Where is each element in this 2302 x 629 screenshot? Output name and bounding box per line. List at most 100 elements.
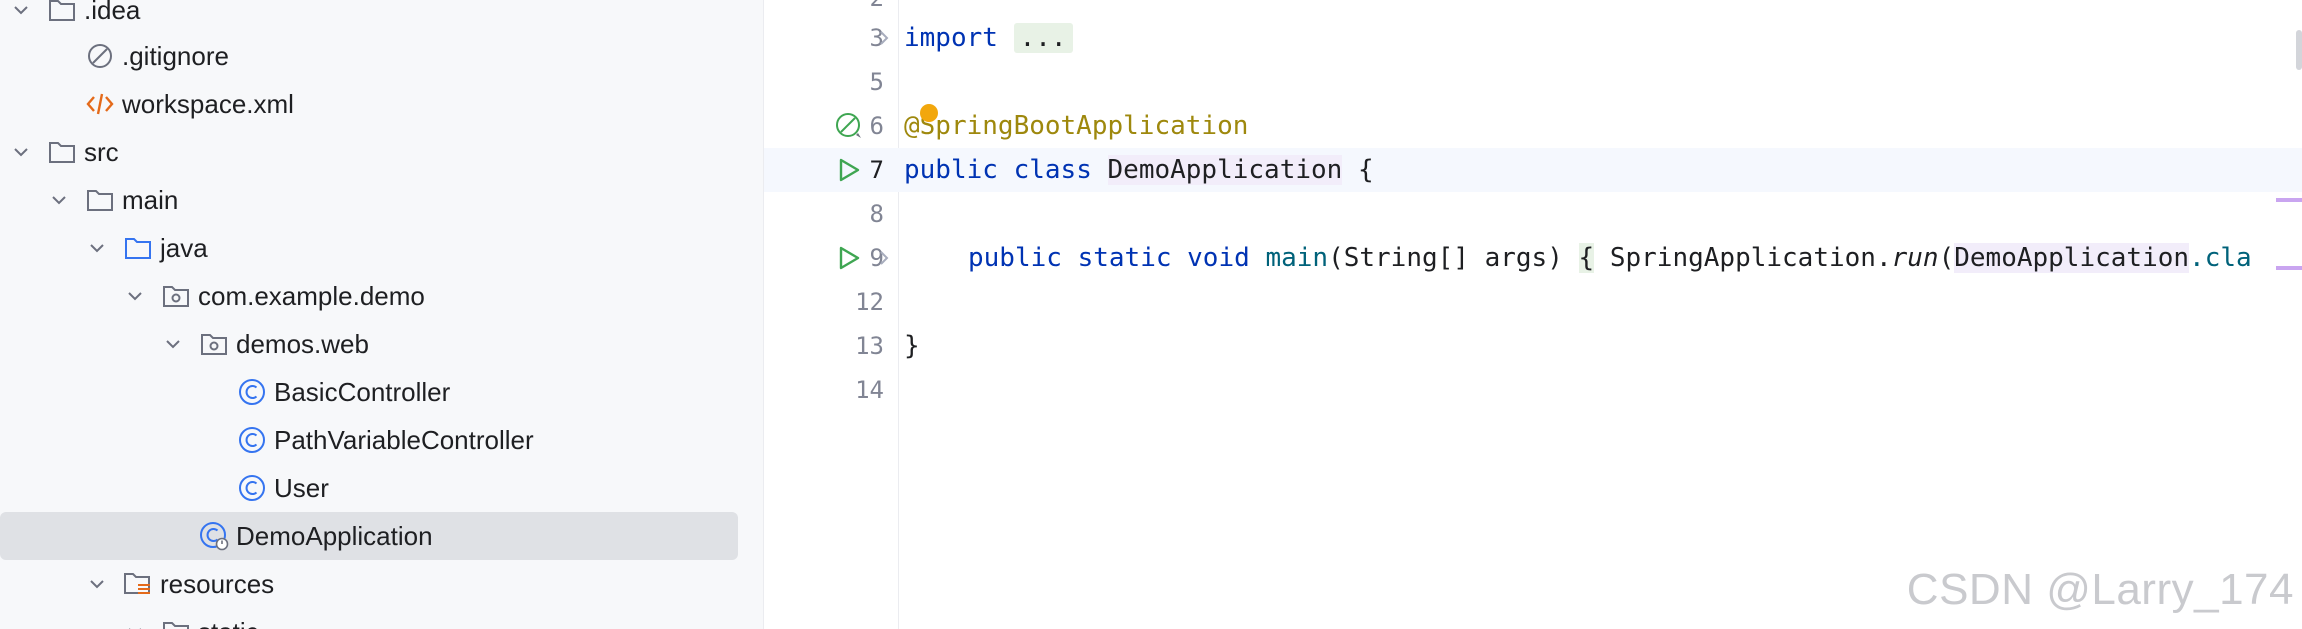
resources-folder-icon [122,568,154,600]
tree-item-idea[interactable]: .idea [0,0,763,34]
class-name: DemoApplication [1107,155,1343,185]
bulb-icon[interactable] [920,104,938,122]
static-method-call: run [1891,243,1939,273]
watermark: CSDN @Larry_174 [1906,565,2294,614]
tree-item-com-example-demo[interactable]: com.example.demo [0,272,763,320]
chevron-down-icon[interactable] [44,185,74,215]
brace: } [904,331,920,361]
tree-item-label: java [160,232,208,263]
folder-icon [46,0,78,26]
line-number: 5 [869,68,884,96]
tree-item-label: static [198,617,259,629]
keyword: public [968,243,1062,273]
spring-bean-gutter-icon[interactable] [834,111,864,141]
tree-item-label: DemoApplication [236,520,433,551]
line-number: 14 [855,376,884,404]
package-icon [198,328,230,360]
run-icon[interactable] [834,155,864,185]
run-icon[interactable] [834,243,864,273]
tree-item-label: BasicController [274,376,451,407]
fold-expand-icon[interactable] [874,243,894,273]
code-text: } [904,331,920,361]
keyword: public [904,155,998,185]
tree-item-main[interactable]: main [0,176,763,224]
chevron-down-icon[interactable] [6,0,36,25]
ignored-file-icon [84,40,116,72]
class-icon [236,376,268,408]
line-number: 12 [855,288,884,316]
class-literal: .cla [2189,243,2252,273]
code-text: import ... [904,23,1073,53]
tree-item-pathvariablecontroller[interactable]: PathVariableController [0,416,763,464]
tree-item-label: src [84,136,119,167]
tree-item-label: User [274,472,329,503]
code-line-8[interactable]: 8 [764,192,2302,236]
chevron-down-icon[interactable] [6,137,36,167]
line-number: 13 [855,332,884,360]
tree-item-label: demos.web [236,328,369,359]
tree-item-static[interactable]: static [0,608,763,629]
folder-icon [84,184,116,216]
vertical-scrollbar[interactable] [2296,30,2302,70]
tree-item-workspace-xml[interactable]: workspace.xml [0,80,763,128]
keyword: class [1013,155,1092,185]
tree-item-basiccontroller[interactable]: BasicController [0,368,763,416]
class-ref-highlight: DemoApplication [1954,243,2190,273]
tree-item-src[interactable]: src [0,128,763,176]
keyword: import [904,23,998,53]
tree-item-demos-web[interactable]: demos.web [0,320,763,368]
tree-item-label: workspace.xml [122,88,294,119]
tree-item-demoapplication[interactable]: DemoApplication [0,512,738,560]
tree-item-label: com.example.demo [198,280,425,311]
code-line-7[interactable]: 7 public class DemoApplication { [764,148,2302,192]
paren: ( [1938,243,1955,273]
code-line-3[interactable]: 3 import ... [764,16,2302,60]
tree-item-resources[interactable]: resources [0,560,763,608]
tree-item-label: main [122,184,179,215]
xml-file-icon [84,88,116,120]
code-line-6[interactable]: 6 @SpringBootApplication [764,104,2302,148]
usage-marker [2276,266,2302,270]
class-icon [236,472,268,504]
keyword: static [1077,243,1172,273]
code-text: @SpringBootApplication [904,111,1248,141]
chevron-down-icon[interactable] [82,233,112,263]
annotation: @SpringBootApplication [904,111,1249,141]
tree-item-java[interactable]: java [0,224,763,272]
folder-icon [46,136,78,168]
code-line-14[interactable]: 14 [764,368,2302,412]
brace: { [1357,155,1374,185]
fold-expand-icon[interactable] [874,23,894,53]
keyword: void [1187,243,1250,273]
code-editor[interactable]: 2 3 import ... 5 6 @SpringBootApplicatio… [764,0,2302,629]
chevron-down-icon[interactable] [120,281,150,311]
project-tree: .idea .gitignore workspace.xml src main [0,0,764,629]
chevron-down-icon[interactable] [158,329,188,359]
folder-icon [160,616,192,629]
code-line-13[interactable]: 13 } [764,324,2302,368]
code-text: public class DemoApplication { [904,155,1374,185]
chevron-down-icon[interactable] [120,617,150,629]
tree-item-label: resources [160,568,275,599]
parameters: (String[] args) [1328,243,1563,273]
source-folder-icon [122,232,154,264]
folded-body-brace[interactable]: { [1578,243,1595,273]
chevron-down-icon[interactable] [82,569,112,599]
code-line-5[interactable]: 5 [764,60,2302,104]
code-line-9[interactable]: 9 public static void main(String[] args)… [764,236,2302,280]
tree-item-user[interactable]: User [0,464,763,512]
code-line-12[interactable]: 12 [764,280,2302,324]
tree-item-gitignore[interactable]: .gitignore [0,32,763,80]
package-icon [160,280,192,312]
folded-imports[interactable]: ... [1013,23,1073,53]
method-name: main [1265,243,1329,273]
tree-item-label: .gitignore [122,40,229,71]
